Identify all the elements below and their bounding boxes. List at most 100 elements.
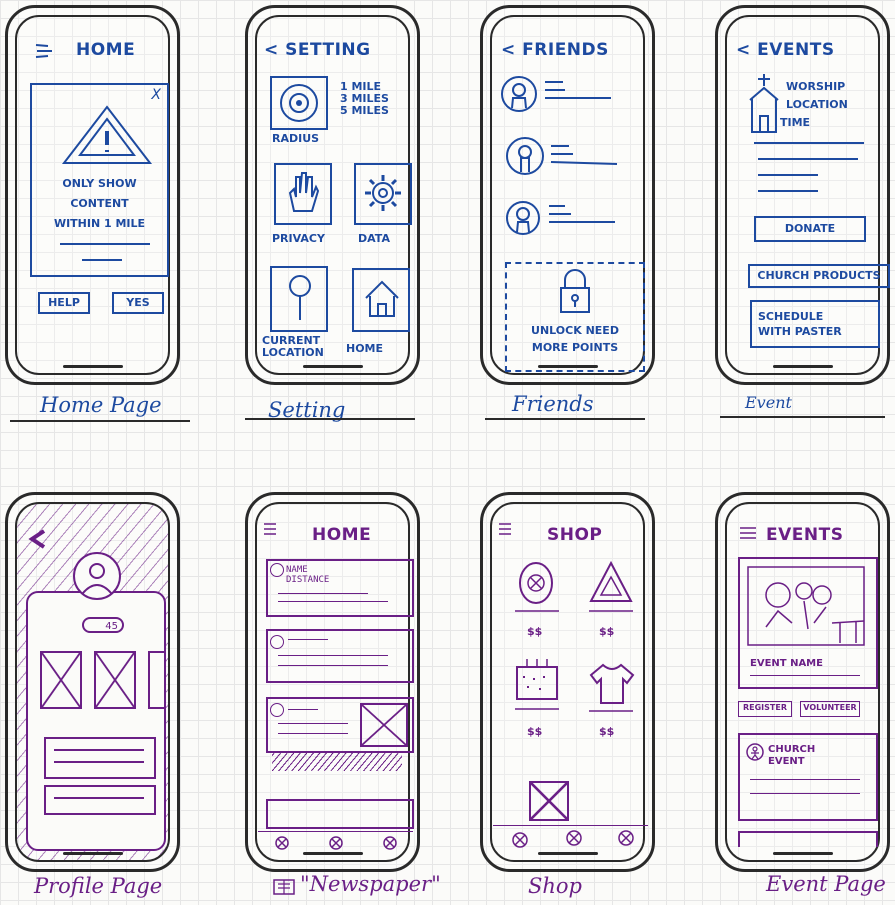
friend-list-item[interactable] — [505, 198, 635, 238]
page-title: EVENTS — [766, 525, 844, 545]
data-label: DATA — [358, 232, 390, 245]
tab-bar-divider — [493, 825, 648, 826]
t-shirt-icon[interactable] — [587, 661, 637, 733]
event-info-location: LOCATION — [786, 98, 848, 111]
menu-icon[interactable] — [35, 44, 54, 58]
tab-icon[interactable] — [382, 835, 398, 851]
card-name: NAME — [286, 565, 308, 575]
product-price: $$ — [599, 625, 615, 638]
data-button[interactable] — [354, 163, 412, 225]
home-label: HOME — [346, 342, 384, 355]
image-placeholder — [40, 651, 82, 709]
schedule-line-2: WITH PASTER — [758, 325, 842, 338]
radius-button[interactable] — [270, 76, 328, 130]
caption-friends: Friends — [512, 392, 594, 416]
close-icon[interactable]: X — [151, 87, 161, 103]
lock-icon — [560, 269, 590, 313]
phone-home-page: HOME X ONLY SHOW CONTENT WITHIN 1 MILE H… — [5, 5, 180, 385]
church-event-card[interactable]: CHURCH EVENT — [738, 733, 878, 821]
product-item[interactable] — [513, 657, 563, 733]
caption-underline — [10, 420, 190, 422]
radar-icon — [280, 84, 318, 122]
news-card[interactable]: NAME DISTANCE — [266, 559, 414, 617]
yes-button[interactable]: YES — [112, 292, 164, 314]
gear-icon — [365, 175, 401, 211]
privacy-button[interactable] — [274, 163, 332, 225]
privacy-label: PRIVACY — [272, 232, 325, 245]
stacked-cards — [272, 751, 402, 771]
page-title: < FRIENDS — [501, 40, 609, 60]
news-card[interactable] — [266, 629, 414, 683]
page-title: HOME — [312, 525, 372, 545]
church-event-line-2: EVENT — [768, 756, 805, 767]
product-price: $$ — [527, 625, 543, 638]
menu-icon[interactable] — [740, 527, 758, 539]
hand-icon — [288, 172, 320, 212]
product-price: $$ — [599, 725, 615, 738]
caption-underline — [485, 418, 645, 420]
avatar-icon — [270, 635, 284, 649]
radius-option[interactable]: 5 MILES — [340, 104, 389, 117]
event-info-worship: WORSHIP — [786, 80, 846, 93]
friend-list-item[interactable] — [501, 74, 631, 114]
location-label-line-2: LOCATION — [262, 346, 324, 359]
back-arrow-icon[interactable] — [28, 529, 46, 549]
event-info-time: TIME — [780, 116, 811, 129]
image-placeholder — [148, 651, 166, 709]
tab-icon[interactable] — [565, 829, 583, 847]
locked-friends-area: UNLOCK NEED MORE POINTS — [505, 262, 645, 372]
unlock-text-line-1: UNLOCK NEED — [531, 324, 619, 337]
tab-icon[interactable] — [328, 835, 344, 851]
menu-icon[interactable] — [264, 523, 278, 535]
avatar-icon — [270, 703, 284, 717]
event-name: EVENT NAME — [750, 658, 823, 669]
event-card[interactable] — [738, 831, 878, 847]
event-card[interactable]: EVENT NAME — [738, 557, 878, 689]
church-icon — [749, 74, 779, 133]
tab-icon[interactable] — [511, 831, 529, 849]
schedule-button[interactable]: SCHEDULE WITH PASTER — [750, 300, 880, 348]
news-card-with-image[interactable] — [266, 697, 414, 753]
scribble-line — [754, 142, 864, 144]
alert-text-line-1: ONLY SHOW — [62, 177, 137, 190]
phone-newspaper-page: HOME NAME DISTANCE — [245, 492, 420, 872]
image-placeholder[interactable] — [529, 781, 569, 821]
person-icon — [746, 743, 764, 761]
page-title: HOME — [76, 40, 136, 60]
tab-icon[interactable] — [274, 835, 290, 851]
help-button[interactable]: HELP — [38, 292, 90, 314]
newspaper-icon — [273, 879, 295, 895]
menu-icon[interactable] — [499, 523, 513, 535]
event-image — [747, 566, 865, 646]
donate-button[interactable]: DONATE — [754, 216, 866, 242]
scribble-line — [60, 243, 150, 245]
profile-text-box — [44, 737, 156, 779]
church-products-button[interactable]: CHURCH PRODUCTS — [748, 264, 890, 288]
caption-home-page: Home Page — [40, 393, 162, 417]
page-title: < SETTING — [264, 40, 371, 60]
card-distance: DISTANCE — [286, 575, 330, 585]
caption-newspaper: "Newspaper" — [300, 872, 441, 896]
friend-list-item[interactable] — [506, 134, 637, 178]
radius-label: RADIUS — [272, 132, 320, 145]
caption-underline — [245, 418, 415, 420]
volunteer-button[interactable]: VOLUNTEER — [800, 701, 860, 717]
home-button[interactable] — [352, 268, 410, 332]
current-location-button[interactable] — [270, 266, 328, 332]
avatar-icon — [270, 563, 284, 577]
house-icon — [365, 280, 399, 317]
phone-setting-page: < SETTING 1 MILE 3 MILES 5 MILES RADIUS … — [245, 5, 420, 385]
page-title: SHOP — [547, 525, 603, 545]
news-card[interactable] — [266, 799, 414, 829]
caption-event-page: Event Page — [766, 872, 886, 896]
scribble-line — [758, 174, 818, 176]
points-count: 45 — [105, 621, 118, 632]
profile-text-box — [44, 785, 156, 815]
tab-icon[interactable] — [617, 829, 635, 847]
tab-bar-divider — [258, 831, 413, 832]
phone-event-page: < EVENTS WORSHIP LOCATION TIME DONATE CH… — [715, 5, 890, 385]
register-button[interactable]: REGISTER — [738, 701, 792, 717]
avatar — [73, 552, 121, 600]
phone-shop-page: SHOP $$ $$ $$ $$ — [480, 492, 655, 872]
caption-underline — [720, 416, 885, 418]
